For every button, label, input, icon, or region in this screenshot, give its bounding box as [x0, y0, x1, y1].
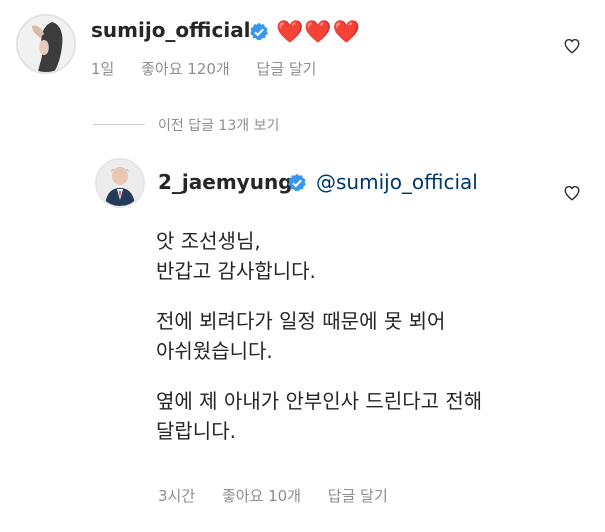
avatar-sumijo[interactable]: [16, 14, 76, 74]
reply-body: 앗 조선생님, 반갑고 감사합니다. 전에 뵈려다가 일정 때문에 못 뵈어 아…: [156, 226, 576, 466]
reply-username[interactable]: 2_jaemyung: [158, 170, 293, 194]
reply-reply-button[interactable]: 답글 달기: [328, 487, 388, 505]
comment-reply-button[interactable]: 답글 달기: [257, 60, 317, 78]
comment-meta: 1일 좋아요 120개 답글 달기: [91, 58, 338, 79]
reply-paragraph: 옆에 제 아내가 안부인사 드린다고 전해 달랍니다.: [156, 389, 483, 443]
avatar-photo-icon: [18, 16, 74, 72]
reply-mention-link[interactable]: @sumijo_official: [316, 170, 478, 194]
reply-likes-link[interactable]: 좋아요 10개: [222, 487, 301, 505]
comment-likes-link[interactable]: 좋아요 120개: [141, 60, 230, 78]
heart-outline-icon[interactable]: [563, 37, 581, 59]
avatar-photo-icon: [97, 160, 143, 206]
comment-text: ❤️❤️❤️: [276, 20, 362, 45]
avatar-2-jaemyung[interactable]: [95, 158, 145, 208]
view-previous-replies-button[interactable]: 이전 답글 13개 보기: [158, 115, 279, 135]
replies-divider: [93, 124, 145, 125]
reply-time: 3시간: [158, 487, 196, 505]
verified-badge-icon: [249, 22, 269, 46]
comment-time: 1일: [91, 60, 115, 78]
heart-outline-icon[interactable]: [563, 184, 581, 206]
reply-paragraph: 전에 뵈려다가 일정 때문에 못 뵈어 아쉬웠습니다.: [156, 309, 446, 363]
reply-paragraph: 앗 조선생님, 반갑고 감사합니다.: [156, 229, 316, 283]
reply-meta: 3시간 좋아요 10개 답글 달기: [158, 485, 410, 506]
verified-badge-icon: [287, 173, 307, 197]
comment-username[interactable]: sumijo_official: [91, 18, 251, 42]
